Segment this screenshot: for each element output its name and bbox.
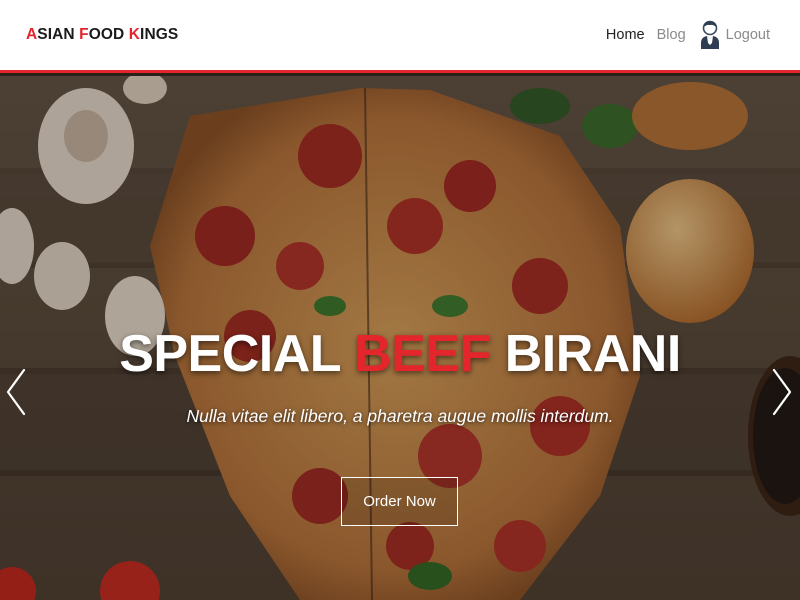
headline-text-birani: BIRANI (490, 325, 682, 383)
hero-carousel: SPECIAL BEEF BIRANI Nulla vitae elit lib… (0, 76, 800, 600)
brand-text-ings: INGS (140, 26, 179, 43)
user-menu[interactable]: Logout (700, 20, 770, 50)
headline-text-special: SPECIAL (119, 325, 355, 383)
brand-logo[interactable]: ASIAN FOOD KINGS (26, 26, 178, 44)
brand-letter-a: A (26, 26, 38, 43)
nav-blog-link[interactable]: Blog (657, 27, 686, 43)
brand-text-sian: SIAN (37, 26, 80, 43)
logout-link[interactable]: Logout (726, 27, 770, 43)
navbar: ASIAN FOOD KINGS Home Blog Logout (0, 0, 800, 73)
order-now-button[interactable]: Order Now (341, 477, 458, 526)
chevron-left-icon[interactable] (4, 366, 28, 418)
brand-letter-k: K (128, 26, 141, 43)
brand-text-ood: OOD (88, 26, 129, 43)
nav-home-link[interactable]: Home (606, 27, 645, 43)
chevron-right-icon[interactable] (770, 366, 794, 418)
user-avatar-icon (700, 20, 719, 49)
hero-headline: SPECIAL BEEF BIRANI (0, 324, 800, 384)
hero-subline: Nulla vitae elit libero, a pharetra augu… (186, 406, 614, 426)
brand-letter-f: F (79, 26, 89, 43)
headline-text-beef: BEEF (354, 325, 491, 383)
nav-links: Home Blog Logout (606, 20, 770, 50)
